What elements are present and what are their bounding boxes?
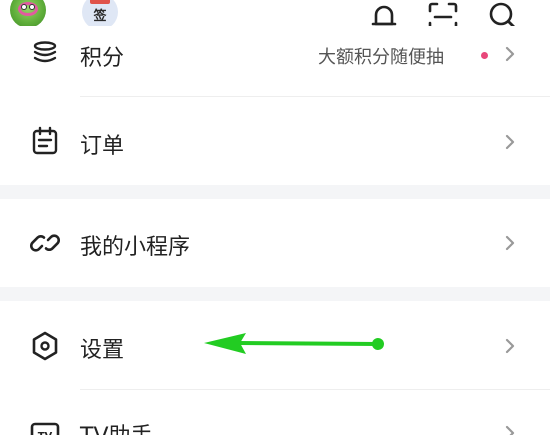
menu-item-label: 设置 [80,338,125,363]
menu-item-tv-assistant[interactable]: TV TV助手 [0,390,550,435]
menu-item-orders[interactable]: 订单 [0,97,550,185]
menu-item-mini-programs[interactable]: 我的小程序 [0,199,550,287]
menu-item-label: 我的小程序 [80,235,191,260]
order-clipboard-icon [32,126,58,155]
settings-hexagon-icon [32,331,58,361]
section-gap [0,185,550,199]
menu-item-label: 积分 [80,46,125,71]
coins-stack-icon [33,41,57,63]
chevron-right-icon [505,235,515,251]
menu-item-label: TV助手 [80,418,153,435]
chevron-right-icon [505,338,515,354]
avatar-eye-right [29,4,35,10]
chevron-right-icon [505,46,515,62]
chevron-right-icon [505,425,515,435]
tv-icon: TV [30,422,60,435]
menu-item-points[interactable]: 积分 大额积分随便抽 [0,26,550,96]
sign-badge-text: 签 [93,9,107,24]
menu-item-label: 订单 [80,134,125,159]
game-avatar-icon[interactable] [10,0,46,28]
calendar-top-decor [90,0,110,4]
annotation-arrow-icon [204,333,384,354]
avatar-eye-left [21,4,27,10]
section-gap [0,287,550,301]
mini-program-link-icon [29,234,61,252]
points-promo-text: 大额积分随便抽 [318,47,444,68]
notification-dot [481,52,488,59]
svg-text:TV: TV [38,431,53,435]
chevron-right-icon [505,134,515,150]
